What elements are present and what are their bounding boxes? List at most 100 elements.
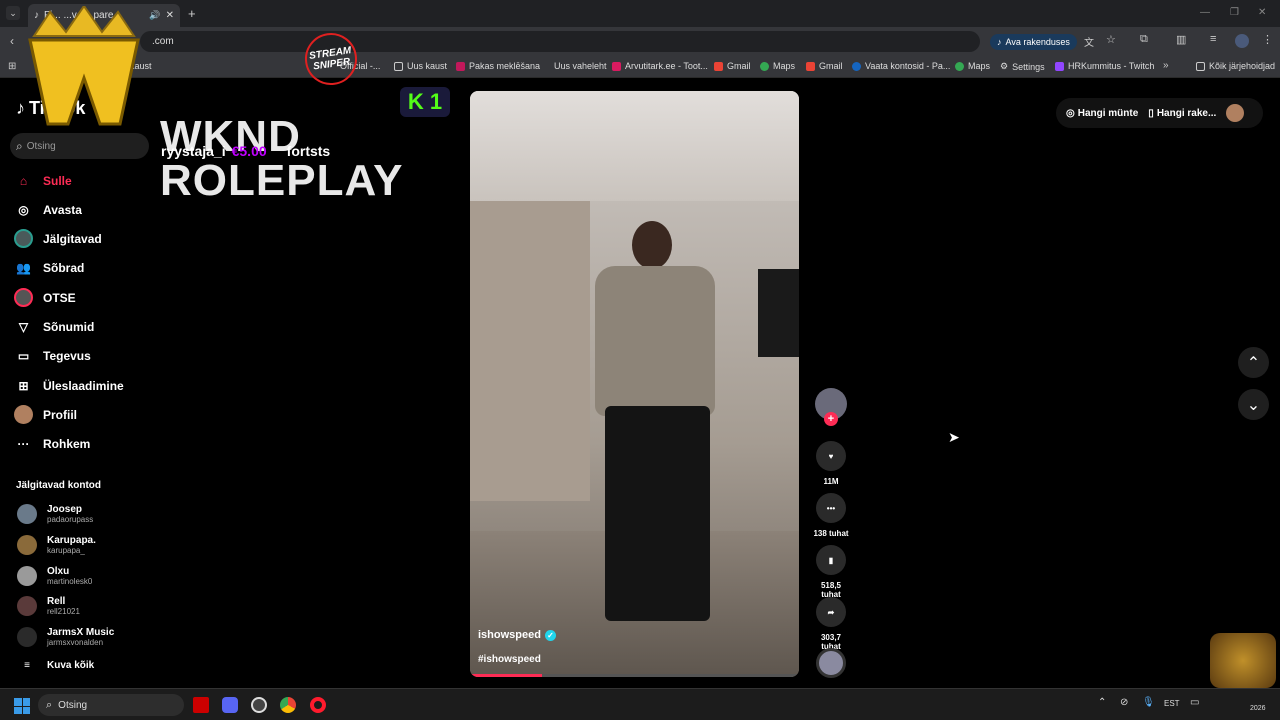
followed-account[interactable]: Joosep padaorupass xyxy=(17,504,93,524)
next-video-button[interactable]: ⌄ xyxy=(1238,389,1269,420)
followed-account[interactable]: Karupapa. karupapa_ xyxy=(17,535,96,555)
nav-label: Sõbrad xyxy=(43,260,85,275)
nav-item-sonumid[interactable]: ▽ Sõnumid xyxy=(14,317,94,336)
language-indicator[interactable]: EST xyxy=(1164,699,1180,708)
video-hashtag[interactable]: #ishowspeed xyxy=(478,654,541,665)
tray-network-icon[interactable]: ⊘ xyxy=(1120,697,1128,708)
taskbar-app-icon[interactable] xyxy=(193,697,209,713)
bookmark-item[interactable]: HRKummitus - Twitch xyxy=(1055,61,1154,71)
profile-avatar[interactable] xyxy=(1235,34,1249,48)
page-icon xyxy=(852,61,861,71)
previous-video-button[interactable]: ⌃ xyxy=(1238,347,1269,378)
crown-w-logo xyxy=(28,4,140,126)
new-tab-button[interactable]: + xyxy=(188,6,196,21)
menu-dots-icon[interactable]: ⋮ xyxy=(1262,33,1273,46)
taskbar-search[interactable]: ⌕ Otsing xyxy=(38,694,184,716)
bookmark-item[interactable]: Maps xyxy=(760,61,795,71)
kick-icon: K xyxy=(407,89,424,114)
apps-grid-icon[interactable]: ⊞ xyxy=(8,61,16,72)
nav-item-upload[interactable]: ⊞ Üleslaadimine xyxy=(14,376,123,395)
bookmark-item[interactable]: Gmail xyxy=(714,61,751,71)
nav-item-avasta[interactable]: ◎ Avasta xyxy=(14,200,82,219)
star-icon[interactable]: ☆ xyxy=(1106,33,1116,46)
nav-label: Sõnumid xyxy=(43,319,95,334)
folder-icon xyxy=(394,61,403,71)
window-minimize-icon[interactable]: — xyxy=(1200,7,1210,18)
nav-item-rohkem[interactable]: ··· Rohkem xyxy=(14,434,91,453)
speaker-icon: 🔊 xyxy=(149,10,161,20)
opera-icon[interactable] xyxy=(310,697,326,713)
user-avatar[interactable] xyxy=(1226,104,1245,122)
tab-close-icon[interactable]: ✕ xyxy=(166,10,174,21)
nav-item-sulle[interactable]: ⌂ Sulle xyxy=(14,171,72,190)
chrome-icon[interactable] xyxy=(280,697,296,713)
nav-item-sobrad[interactable]: 👥 Sõbrad xyxy=(14,258,84,277)
all-bookmarks-button[interactable]: Kõik järjehoidjad xyxy=(1196,61,1275,71)
see-all-button[interactable]: ≡ Kuva kõik xyxy=(17,660,94,671)
tray-display-icon[interactable]: ▭ xyxy=(1190,697,1199,708)
get-app-button[interactable]: ▯ Hangi rake... xyxy=(1148,108,1216,119)
get-coins-button[interactable]: ◎ Hangi münte xyxy=(1066,108,1138,119)
bookmark-item[interactable]: ⚙ Settings xyxy=(1000,61,1045,72)
search-input[interactable]: ⌕ Otsing xyxy=(10,133,149,159)
bookmark-item[interactable]: Vaata kontosid - Pa... xyxy=(852,61,950,71)
sidebar: ♪ TikTok ⌕ Otsing ⌂ Sulle ◎ Avasta Jälgi… xyxy=(0,78,160,688)
sidepanel-icon[interactable]: ▥ xyxy=(1176,33,1186,46)
bookmark-item[interactable]: Pakas meklēšana xyxy=(456,61,540,71)
bookmarks-overflow-icon[interactable]: » xyxy=(1163,60,1169,71)
video-progress-track[interactable] xyxy=(470,674,799,677)
bookmark-item[interactable]: Gmail xyxy=(806,61,843,71)
save-button[interactable]: ▮ 518,5 tuhat xyxy=(812,545,850,599)
window-restore-icon[interactable]: ❐ xyxy=(1230,7,1239,18)
like-button[interactable]: ♥ 11M xyxy=(812,441,850,486)
obs-icon[interactable] xyxy=(251,697,267,713)
bookmark-item[interactable]: Maps xyxy=(955,61,990,71)
video-author[interactable]: ishowspeed ✓ xyxy=(478,629,556,641)
followed-account[interactable]: Olxu martinolesk0 xyxy=(17,566,92,586)
media-icon[interactable]: ≡ xyxy=(1210,33,1216,45)
tab-menu-icon[interactable]: ⌄ xyxy=(6,6,20,20)
tiktok-small-icon: ♪ xyxy=(997,37,1002,47)
account-name: JarmsX Music xyxy=(47,627,115,638)
home-icon: ⌂ xyxy=(19,173,28,188)
upload-icon: ⊞ xyxy=(18,378,29,393)
nav-item-tegevus[interactable]: ▭ Tegevus xyxy=(14,346,91,365)
nav-item-otse[interactable]: OTSE xyxy=(14,288,76,307)
comment-button[interactable]: ••• 138 tuhat xyxy=(812,493,850,538)
back-icon[interactable]: ‹ xyxy=(10,34,14,48)
extensions-icon[interactable]: ⧉ xyxy=(1140,33,1148,46)
windows-start-icon[interactable] xyxy=(14,698,30,714)
coin-icon: ◎ xyxy=(1066,107,1075,119)
tray-mic-icon[interactable]: 🎙 xyxy=(1142,697,1155,708)
friends-icon: 👥 xyxy=(16,260,31,275)
translate-icon[interactable]: 文 xyxy=(1084,34,1094,49)
see-all-label: Kuva kõik xyxy=(47,660,95,671)
share-button[interactable]: ➦ 303,7 tuhat xyxy=(812,597,850,651)
followed-account[interactable]: JarmsX Music jarmsxvonalden xyxy=(17,627,114,647)
sound-disc[interactable] xyxy=(816,648,846,678)
followed-account[interactable]: Rell rell21021 xyxy=(17,596,80,616)
chevron-up-icon: ⌃ xyxy=(1246,354,1261,372)
nav-item-jalgitavad[interactable]: Jälgitavad xyxy=(14,229,102,248)
creator-avatar-button[interactable]: + xyxy=(812,388,850,426)
nav-item-profiil[interactable]: Profiil xyxy=(14,405,77,424)
phone-icon: ▯ xyxy=(1148,107,1154,119)
url-text: .com xyxy=(152,36,174,47)
open-in-app-button[interactable]: ♪ Ava rakenduses xyxy=(990,34,1077,50)
window-close-icon[interactable]: ✕ xyxy=(1258,7,1266,18)
bookmark-item[interactable]: Arvutitark.ee - Toot... xyxy=(612,61,708,71)
tray-chevron-icon[interactable]: ⌃ xyxy=(1098,697,1106,708)
discord-icon[interactable] xyxy=(222,697,238,713)
video-tv xyxy=(758,269,799,357)
video-player[interactable]: ishowspeed ✓ #ishowspeed xyxy=(470,91,799,677)
nav-label: Rohkem xyxy=(43,436,91,451)
bookmark-item[interactable]: Uus vaheleht xyxy=(554,61,607,71)
url-bar[interactable]: .com xyxy=(140,31,980,52)
follow-plus-icon[interactable]: + xyxy=(824,412,838,426)
bookmark-item[interactable]: Uus kaust xyxy=(394,61,447,71)
account-name: Olxu xyxy=(47,566,70,577)
bookmarks-bar: ⊞ kaust Official -... Uus kaust Pakas me… xyxy=(0,56,1280,78)
bookmark-label: Maps xyxy=(773,61,796,71)
stream-logo xyxy=(20,4,148,130)
activity-icon: ▭ xyxy=(17,348,30,363)
